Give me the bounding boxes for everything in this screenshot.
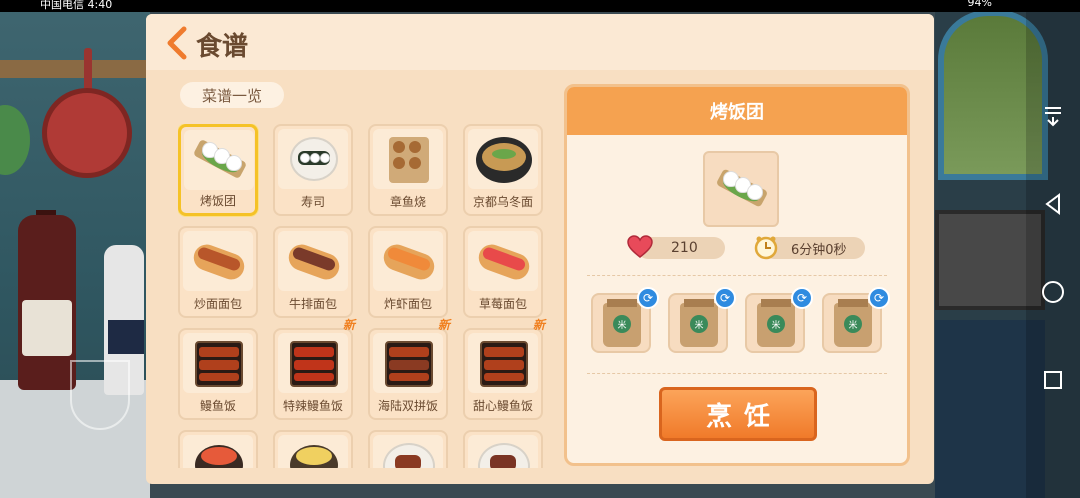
- recipe-name: 章鱼烧: [389, 195, 426, 209]
- recipe-card[interactable]: 牛排面包: [273, 226, 353, 318]
- recipe-card[interactable]: 炒面面包: [178, 226, 258, 318]
- recipe-name: 鳗鱼饭: [199, 399, 236, 413]
- cook-button-label: 烹饪: [705, 401, 782, 432]
- rice-bag-badge: 米: [613, 315, 631, 333]
- nav-home-icon[interactable]: [1039, 278, 1067, 306]
- shelf: [0, 60, 150, 78]
- status-carrier-time: 中国电信 4:40: [40, 0, 113, 11]
- cook-time-value: 6分钟0秒: [791, 242, 847, 258]
- recipe-thumb-takoyaki: [373, 129, 443, 189]
- recipe-panel: 食谱 菜谱一览 烤饭团 寿司 章鱼烧 京都乌冬面 炒面面包 牛排面包 炸虾面包 …: [146, 14, 934, 484]
- divider: [587, 275, 887, 276]
- recipe-thumb-surf-turf-rice: [373, 333, 443, 393]
- recipe-card[interactable]: 新 特辣鳗鱼饭: [273, 318, 355, 420]
- recipe-name: 京都乌冬面: [472, 195, 533, 209]
- recipe-card[interactable]: 炸虾面包: [368, 226, 448, 318]
- ingredient-slot[interactable]: 米 ⟳: [745, 287, 813, 353]
- detail-title: 烤饭团: [567, 87, 907, 135]
- recipe-thumb-udon: [468, 129, 538, 189]
- rice-bag-top: [607, 299, 637, 307]
- status-bar: 中国电信 4:40 94%: [0, 0, 1080, 12]
- recipe-thumb-onigiri: [184, 130, 254, 190]
- milk-bottle-label: [108, 320, 144, 354]
- rice-bag-top: [761, 299, 791, 307]
- recipe-name: 寿司: [300, 195, 325, 209]
- recipe-thumb-shrimp-bread: [373, 231, 443, 291]
- swap-icon[interactable]: ⟳: [791, 287, 813, 309]
- recipe-thumb-yakisoba-bread: [183, 231, 253, 291]
- nav-dropdown-icon[interactable]: [1039, 102, 1067, 130]
- rice-bag-top: [838, 299, 868, 307]
- recipe-card[interactable]: 章鱼烧: [368, 124, 448, 216]
- panel-header: 食谱: [146, 14, 934, 70]
- likes-value: 210: [671, 240, 698, 256]
- divider: [587, 373, 887, 374]
- recipe-thumb-sweet-unadon: [468, 333, 538, 393]
- recipe-card[interactable]: 京都乌冬面: [463, 124, 543, 216]
- recipe-name: 特辣鳗鱼饭: [282, 399, 343, 413]
- detail-dish-image: [703, 151, 779, 227]
- nav-back-icon[interactable]: [1039, 190, 1067, 218]
- ingredient-slot[interactable]: 米 ⟳: [822, 287, 890, 353]
- heart-icon: [627, 235, 653, 259]
- nav-recents-icon[interactable]: [1039, 366, 1067, 394]
- recipe-thumb-steak-bread: [278, 231, 348, 291]
- new-badge: 新: [342, 318, 355, 332]
- recipe-card[interactable]: 草莓面包: [463, 226, 543, 318]
- recipe-thumb-fried-rice: [278, 435, 348, 468]
- recipe-thumb-donburi: [183, 435, 253, 468]
- recipe-thumb-steak-plate: [373, 435, 443, 468]
- back-arrow-icon[interactable]: [164, 26, 190, 60]
- clock-icon: [753, 234, 779, 260]
- swap-icon[interactable]: ⟳: [714, 287, 736, 309]
- recipe-name: 炸虾面包: [383, 297, 432, 311]
- frying-pan: [42, 88, 132, 178]
- status-battery: 94%: [967, 0, 992, 9]
- ingredient-slot[interactable]: 米 ⟳: [668, 287, 736, 353]
- recipe-name: 炒面面包: [193, 297, 242, 311]
- rice-bag-badge: 米: [767, 315, 785, 333]
- recipe-card[interactable]: [463, 430, 543, 468]
- recipe-card[interactable]: 新 甜心鳗鱼饭: [463, 318, 545, 420]
- recipe-card[interactable]: 寿司: [273, 124, 353, 216]
- recipe-detail: 烤饭团 210 6分钟0秒 米 ⟳ 米 ⟳ 米 ⟳ 米 ⟳ 烹饪: [564, 84, 910, 466]
- rice-bag-badge: 米: [690, 315, 708, 333]
- wine-glass: [70, 360, 130, 430]
- recipe-grid: 烤饭团 寿司 章鱼烧 京都乌冬面 炒面面包 牛排面包 炸虾面包 草莓面包 鳗鱼饭…: [178, 124, 558, 468]
- recipe-thumb-sushi: [278, 129, 348, 189]
- recipe-card[interactable]: 烤饭团: [178, 124, 258, 216]
- rice-bag-badge: 米: [844, 315, 862, 333]
- rice-bag-top: [684, 299, 714, 307]
- cook-button[interactable]: 烹饪: [659, 387, 817, 441]
- recipe-name: 海陆双拼饭: [377, 399, 438, 413]
- page-title: 食谱: [196, 32, 249, 62]
- wine-bottle-label: [22, 300, 72, 356]
- ingredient-slot[interactable]: 米 ⟳: [591, 287, 659, 353]
- recipe-thumb-meat-plate: [468, 435, 538, 468]
- recipe-thumb-spicy-unadon: [278, 333, 348, 393]
- recipe-card[interactable]: [178, 430, 258, 468]
- recipe-card[interactable]: [273, 430, 353, 468]
- recipe-name: 牛排面包: [288, 297, 337, 311]
- recipe-name: 草莓面包: [478, 297, 527, 311]
- recipe-list-label: 菜谱一览: [180, 82, 284, 108]
- recipe-thumb-unadon: [183, 333, 253, 393]
- recipe-name: 烤饭团: [199, 194, 236, 208]
- new-badge: 新: [437, 318, 450, 332]
- system-nav-bar: [1026, 12, 1080, 498]
- recipe-card[interactable]: 新 海陆双拼饭: [368, 318, 450, 420]
- recipe-card[interactable]: [368, 430, 448, 468]
- swap-icon[interactable]: ⟳: [637, 287, 659, 309]
- recipe-thumb-strawberry-bread: [468, 231, 538, 291]
- recipe-card[interactable]: 鳗鱼饭: [178, 328, 258, 420]
- recipe-name: 甜心鳗鱼饭: [472, 399, 533, 413]
- new-badge: 新: [532, 318, 545, 332]
- swap-icon[interactable]: ⟳: [868, 287, 890, 309]
